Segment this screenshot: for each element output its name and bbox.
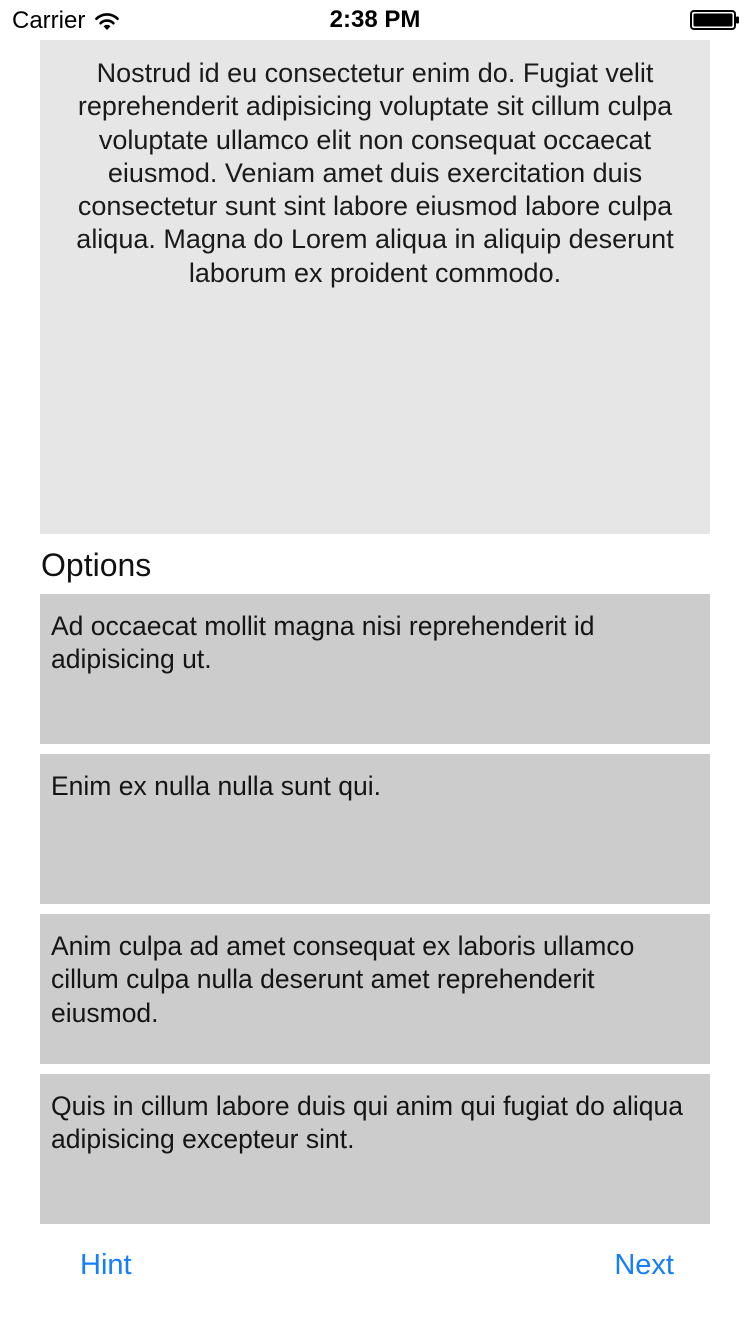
status-bar: Carrier 2:38 PM bbox=[0, 0, 750, 40]
option-label: Ad occaecat mollit magna nisi reprehende… bbox=[51, 611, 595, 675]
option-label: Quis in cillum labore duis qui anim qui … bbox=[51, 1091, 683, 1155]
option-item[interactable]: Enim ex nulla nulla sunt qui. bbox=[40, 754, 710, 904]
option-item[interactable]: Quis in cillum labore duis qui anim qui … bbox=[40, 1074, 710, 1224]
next-button[interactable]: Next bbox=[614, 1245, 674, 1285]
options-heading: Options bbox=[41, 547, 152, 583]
status-time: 2:38 PM bbox=[329, 6, 421, 33]
option-item[interactable]: Anim culpa ad amet consequat ex laboris … bbox=[40, 914, 710, 1064]
option-item[interactable]: Ad occaecat mollit magna nisi reprehende… bbox=[40, 594, 710, 744]
option-label: Anim culpa ad amet consequat ex laboris … bbox=[51, 931, 635, 1028]
hint-button[interactable]: Hint bbox=[80, 1245, 132, 1285]
question-panel: Nostrud id eu consectetur enim do. Fugia… bbox=[40, 40, 710, 534]
option-label: Enim ex nulla nulla sunt qui. bbox=[51, 771, 381, 801]
battery-icon bbox=[690, 10, 739, 30]
question-text: Nostrud id eu consectetur enim do. Fugia… bbox=[76, 58, 674, 288]
